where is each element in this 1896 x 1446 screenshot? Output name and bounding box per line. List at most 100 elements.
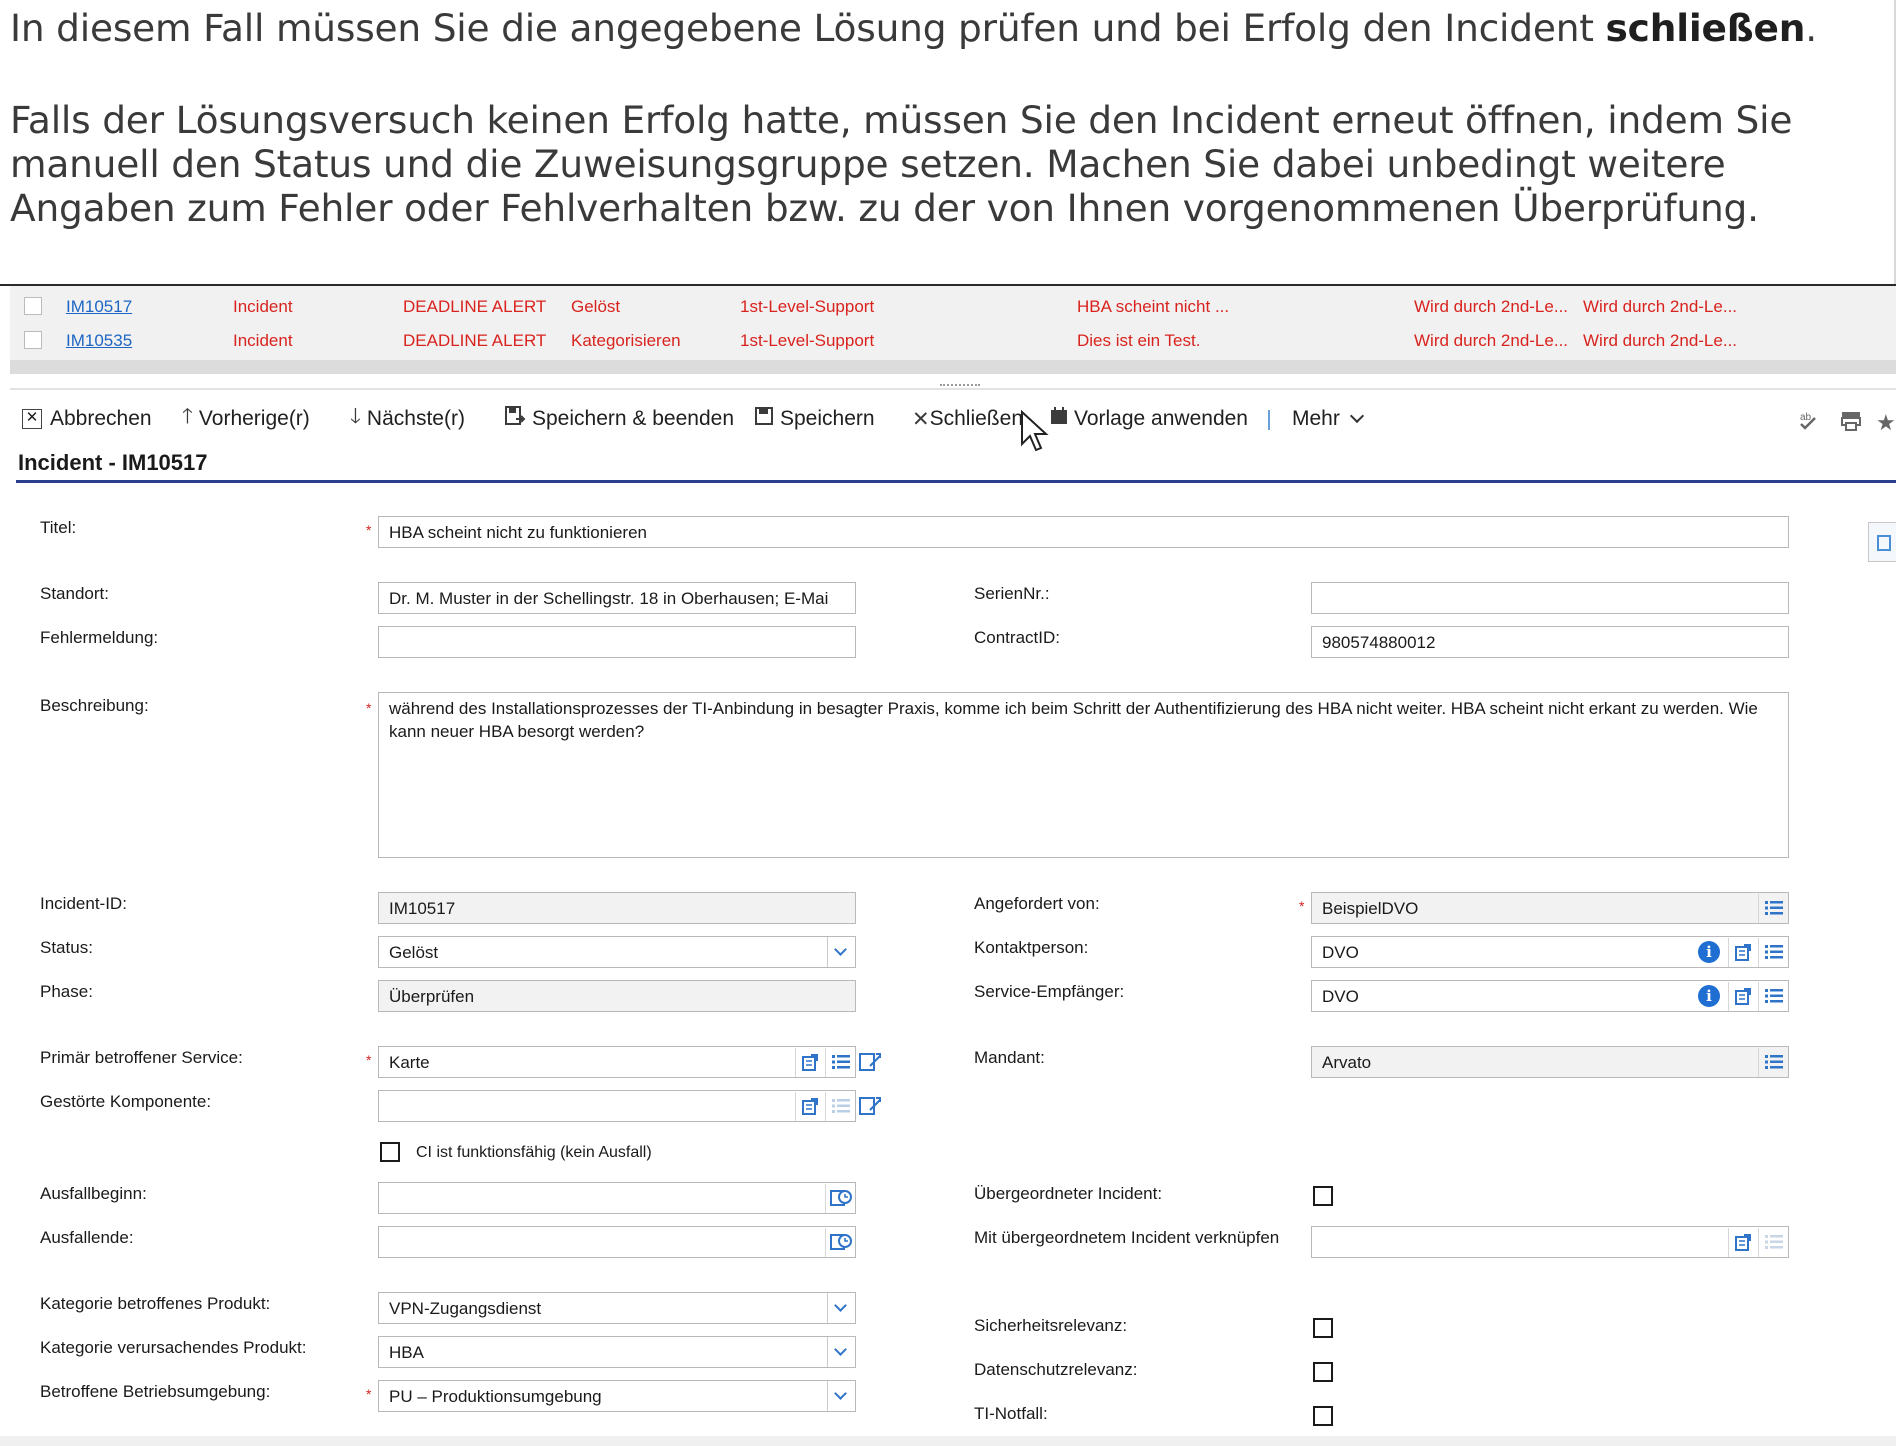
contact-person-label: Kontaktperson: [974, 938, 1089, 957]
row-checkbox[interactable] [24, 297, 42, 315]
affected-product-category-value: VPN-Zugangsdienst [389, 1299, 542, 1318]
error-message-label: Fehlermeldung: [40, 628, 159, 647]
description-field[interactable]: während des Installationsprozesses der T… [378, 692, 1789, 858]
list-icon[interactable] [825, 1047, 855, 1077]
requested-by-field[interactable]: BeispielDVO [1311, 892, 1789, 924]
info-icon[interactable]: i [1690, 941, 1728, 963]
affected-product-category-label: Kategorie betroffenes Produkt: [40, 1294, 271, 1313]
location-field[interactable]: Dr. M. Muster in der Schellingstr. 18 in… [378, 582, 856, 614]
info-icon[interactable]: i [1690, 985, 1728, 1007]
client-value: Arvato [1322, 1053, 1372, 1072]
edit-record-icon[interactable] [795, 1091, 825, 1121]
list-icon[interactable] [1758, 937, 1788, 967]
table-row[interactable]: IM10535 Incident DEADLINE ALERT Kategori… [10, 324, 1896, 356]
link-parent-incident-label: Mit übergeordnetem Incident verknüpfen [974, 1228, 1280, 1247]
row-group: 1st-Level-Support [740, 331, 875, 350]
list-icon[interactable] [1758, 1227, 1788, 1257]
side-panel-icon[interactable] [1868, 522, 1896, 562]
primary-service-field[interactable]: Karte [378, 1046, 856, 1078]
save-button[interactable]: Speichern [754, 404, 875, 434]
cancel-button[interactable]: ✕ Abbrechen [22, 404, 152, 434]
chevron-down-icon[interactable] [827, 1293, 855, 1323]
arrow-down-icon: 🡓 [350, 404, 361, 428]
list-icon[interactable] [1758, 981, 1788, 1011]
list-icon[interactable] [825, 1091, 855, 1121]
error-message-field[interactable] [378, 626, 856, 658]
save-and-close-label: Speichern & beenden [532, 407, 734, 430]
row-id-link[interactable]: IM10535 [66, 331, 132, 351]
contact-person-field[interactable]: DVO i [1311, 936, 1789, 968]
row-col8: Wird durch 2nd-Le... [1583, 331, 1738, 350]
outage-start-label: Ausfallbeginn: [40, 1184, 147, 1203]
security-relevance-checkbox[interactable] [1313, 1318, 1333, 1338]
ti-emergency-label: TI-Notfall: [974, 1404, 1048, 1423]
edit-record-icon[interactable] [795, 1047, 825, 1077]
requested-by-label: Angefordert von: [974, 894, 1100, 913]
previous-label: Vorherige(r) [198, 407, 310, 430]
parent-incident-checkbox[interactable] [1313, 1186, 1333, 1206]
instruction-line-4: Angaben zum Fehler oder Fehlverhalten bz… [10, 186, 1759, 230]
close-incident-button[interactable]: ✕ Schließen [912, 404, 1023, 434]
phase-field: Überprüfen [378, 980, 856, 1012]
title-label: Titel: [40, 518, 77, 537]
ci-functional-checkbox[interactable] [380, 1142, 400, 1162]
faulty-component-field[interactable] [378, 1090, 856, 1122]
title-field[interactable]: HBA scheint nicht zu funktionieren [378, 516, 1789, 548]
list-icon[interactable] [1758, 1047, 1788, 1077]
next-button[interactable]: 🡓 Nächste(r) [350, 404, 465, 434]
chevron-down-icon[interactable] [827, 937, 855, 967]
calendar-clock-icon[interactable] [825, 1183, 855, 1213]
more-menu-button[interactable]: Mehr [1292, 404, 1364, 434]
service-recipient-field[interactable]: DVO i [1311, 980, 1789, 1012]
row-checkbox[interactable] [24, 331, 42, 349]
required-marker: * [366, 1052, 372, 1068]
more-label: Mehr [1292, 407, 1340, 430]
ti-emergency-checkbox[interactable] [1313, 1406, 1333, 1426]
save-label: Speichern [780, 407, 875, 430]
operating-environment-select[interactable]: PU – Produktionsumgebung [378, 1380, 856, 1412]
edit-link-icon[interactable] [858, 1092, 884, 1118]
row-status: Kategorisieren [571, 331, 681, 350]
data-protection-relevance-checkbox[interactable] [1313, 1362, 1333, 1382]
edit-record-icon[interactable] [1728, 937, 1758, 967]
outage-end-label: Ausfallende: [40, 1228, 134, 1247]
operating-environment-value: PU – Produktionsumgebung [389, 1387, 602, 1406]
star-icon[interactable]: ★ [1876, 410, 1896, 436]
calendar-clock-icon[interactable] [825, 1227, 855, 1257]
client-field[interactable]: Arvato [1311, 1046, 1789, 1078]
row-col7: Wird durch 2nd-Le... [1414, 331, 1569, 350]
row-type: Incident [233, 331, 293, 350]
list-scrollbar[interactable] [10, 360, 1896, 374]
edit-record-icon[interactable] [1728, 981, 1758, 1011]
row-alert: DEADLINE ALERT [403, 297, 547, 316]
row-id-link[interactable]: IM10517 [66, 297, 132, 317]
chevron-down-icon[interactable] [827, 1381, 855, 1411]
apply-template-button[interactable]: Vorlage anwenden [1050, 404, 1248, 434]
print-icon[interactable] [1840, 410, 1862, 438]
link-parent-incident-field[interactable] [1311, 1226, 1789, 1258]
chevron-down-icon[interactable] [827, 1337, 855, 1367]
previous-button[interactable]: 🡑 Vorherige(r) [182, 404, 310, 434]
instruction-line-1-text: In diesem Fall müssen Sie die angegebene… [10, 6, 1606, 50]
affected-product-category-select[interactable]: VPN-Zugangsdienst [378, 1292, 856, 1324]
required-marker: * [1299, 898, 1305, 914]
causing-product-category-select[interactable]: HBA [378, 1336, 856, 1368]
list-icon[interactable] [1758, 893, 1788, 923]
toolbar-separator [1268, 410, 1270, 430]
status-select[interactable]: Gelöst [378, 936, 856, 968]
data-protection-relevance-label: Datenschutzrelevanz: [974, 1360, 1138, 1379]
contact-person-value: DVO [1322, 943, 1359, 962]
outage-start-field[interactable] [378, 1182, 856, 1214]
save-and-close-button[interactable]: Speichern & beenden [504, 404, 734, 434]
outage-end-field[interactable] [378, 1226, 856, 1258]
serial-number-field[interactable] [1311, 582, 1789, 614]
table-row[interactable]: IM10517 Incident DEADLINE ALERT Gelöst 1… [10, 290, 1896, 322]
edit-record-icon[interactable] [1728, 1227, 1758, 1257]
spellcheck-icon[interactable]: ab [1798, 410, 1818, 438]
location-label: Standort: [40, 584, 109, 603]
contract-id-field[interactable]: 980574880012 [1311, 626, 1789, 658]
arrow-up-icon: 🡑 [182, 404, 193, 428]
security-relevance-label: Sicherheitsrelevanz: [974, 1316, 1128, 1335]
edit-link-icon[interactable] [858, 1048, 884, 1074]
incident-list: IM10517 Incident DEADLINE ALERT Gelöst 1… [10, 286, 1896, 360]
